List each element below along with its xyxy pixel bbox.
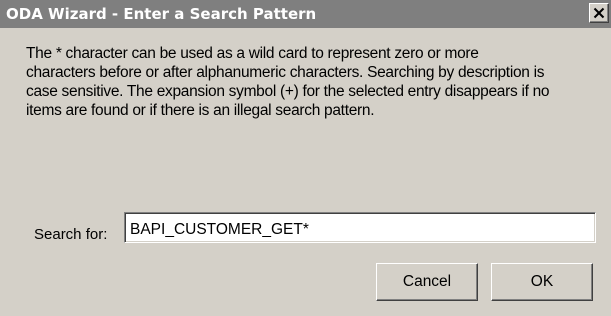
instructions-line: The * character can be used as a wild ca…: [26, 45, 479, 62]
close-button[interactable]: [589, 3, 609, 23]
instructions-line: characters before or after alphanumeric …: [26, 64, 545, 81]
search-label: Search for:: [34, 226, 108, 243]
title-bar[interactable]: ODA Wizard - Enter a Search Pattern: [0, 0, 611, 28]
close-icon: [593, 7, 605, 19]
search-input[interactable]: [124, 212, 596, 243]
ok-button[interactable]: OK: [491, 263, 593, 301]
window-title: ODA Wizard - Enter a Search Pattern: [6, 5, 317, 23]
dialog-window: ODA Wizard - Enter a Search Pattern The …: [0, 0, 611, 316]
instructions-text: The * character can be used as a wild ca…: [26, 44, 606, 120]
cancel-button[interactable]: Cancel: [376, 263, 478, 301]
instructions-line: items are found or if there is an illega…: [26, 102, 375, 119]
instructions-line: case sensitive. The expansion symbol (+)…: [26, 83, 550, 100]
